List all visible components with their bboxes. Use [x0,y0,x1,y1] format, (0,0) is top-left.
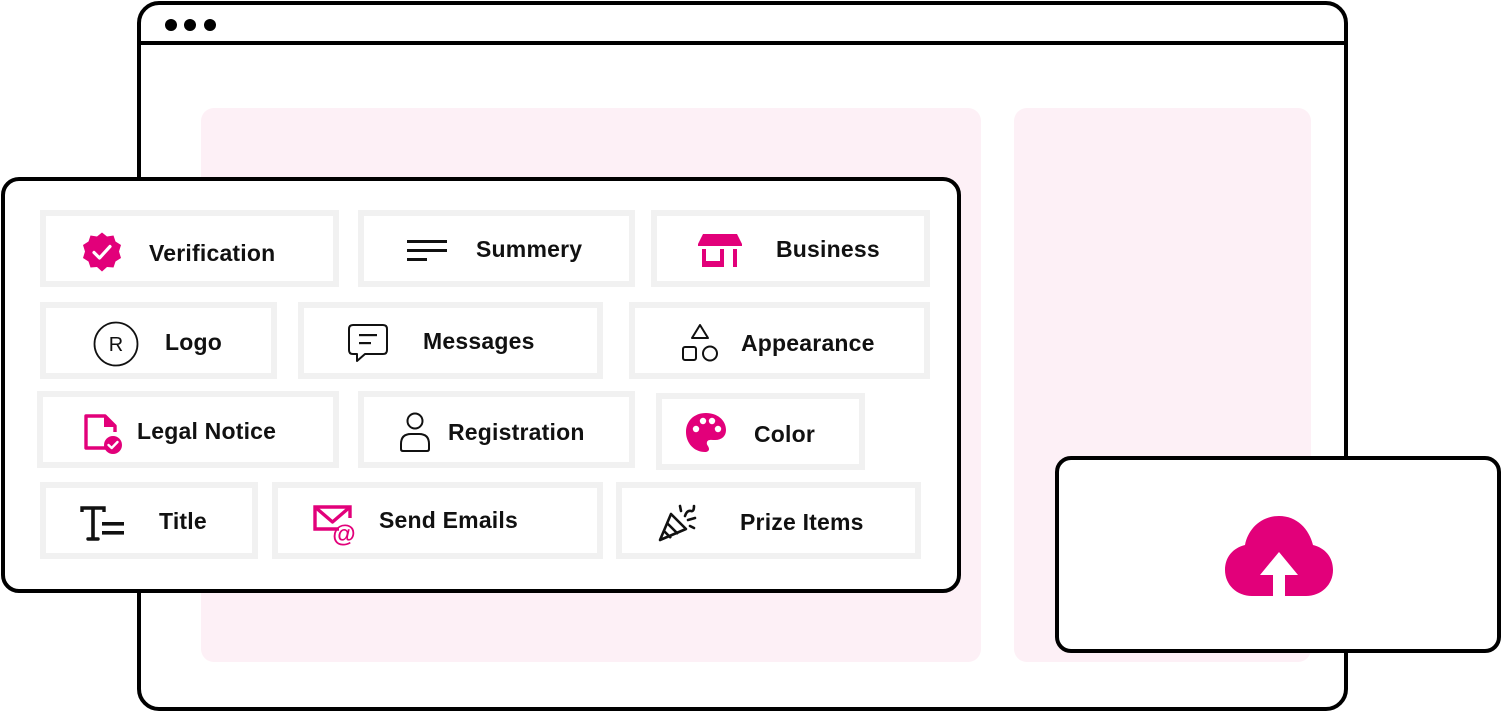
mail-at-icon: @ [310,498,360,550]
settings-item-title[interactable]: Title [40,482,258,559]
settings-item-business[interactable]: Business [651,210,930,287]
settings-item-registration[interactable]: Registration [358,391,635,468]
settings-item-color[interactable]: Color [656,393,865,470]
settings-item-prize-items[interactable]: Prize Items [616,482,921,559]
settings-item-appearance[interactable]: Appearance [629,302,930,379]
registered-mark-icon: R [92,320,140,368]
window-control-dot[interactable] [184,19,196,31]
window-control-dot[interactable] [204,19,216,31]
svg-text:@: @ [332,521,355,548]
settings-item-summery[interactable]: Summery [358,210,635,287]
settings-item-label: Logo [165,329,222,355]
settings-item-legal-notice[interactable]: Legal Notice [37,391,339,468]
chat-bubble-icon [344,320,392,368]
user-icon [392,409,438,457]
settings-item-label: Messages [423,328,535,354]
settings-item-label: Registration [448,419,585,445]
settings-item-label: Business [776,236,880,262]
settings-item-label: Prize Items [740,509,864,535]
verified-badge-icon [80,230,124,274]
settings-item-label: Verification [149,240,276,266]
settings-item-label: Summery [476,236,583,262]
settings-item-send-emails[interactable]: @ Send Emails [272,482,603,559]
cloud-upload-icon[interactable] [1224,515,1334,597]
settings-item-logo[interactable]: R Logo [40,302,277,379]
text-lines-icon [406,233,448,267]
settings-item-verification[interactable]: Verification [40,210,339,287]
settings-item-label: Appearance [741,330,875,356]
titlebar-divider [141,41,1344,45]
window-control-dot[interactable] [165,19,177,31]
settings-item-label: Title [159,508,207,534]
document-check-icon [80,409,126,457]
settings-item-label: Send Emails [379,507,518,533]
settings-item-label: Legal Notice [137,418,277,444]
settings-item-messages[interactable]: Messages [298,302,603,379]
shapes-icon [677,318,723,366]
storefront-icon [695,228,745,272]
palette-icon [682,409,730,459]
text-title-icon [79,502,129,546]
svg-text:R: R [109,334,123,356]
settings-item-label: Color [754,421,816,447]
party-popper-icon [654,498,702,548]
